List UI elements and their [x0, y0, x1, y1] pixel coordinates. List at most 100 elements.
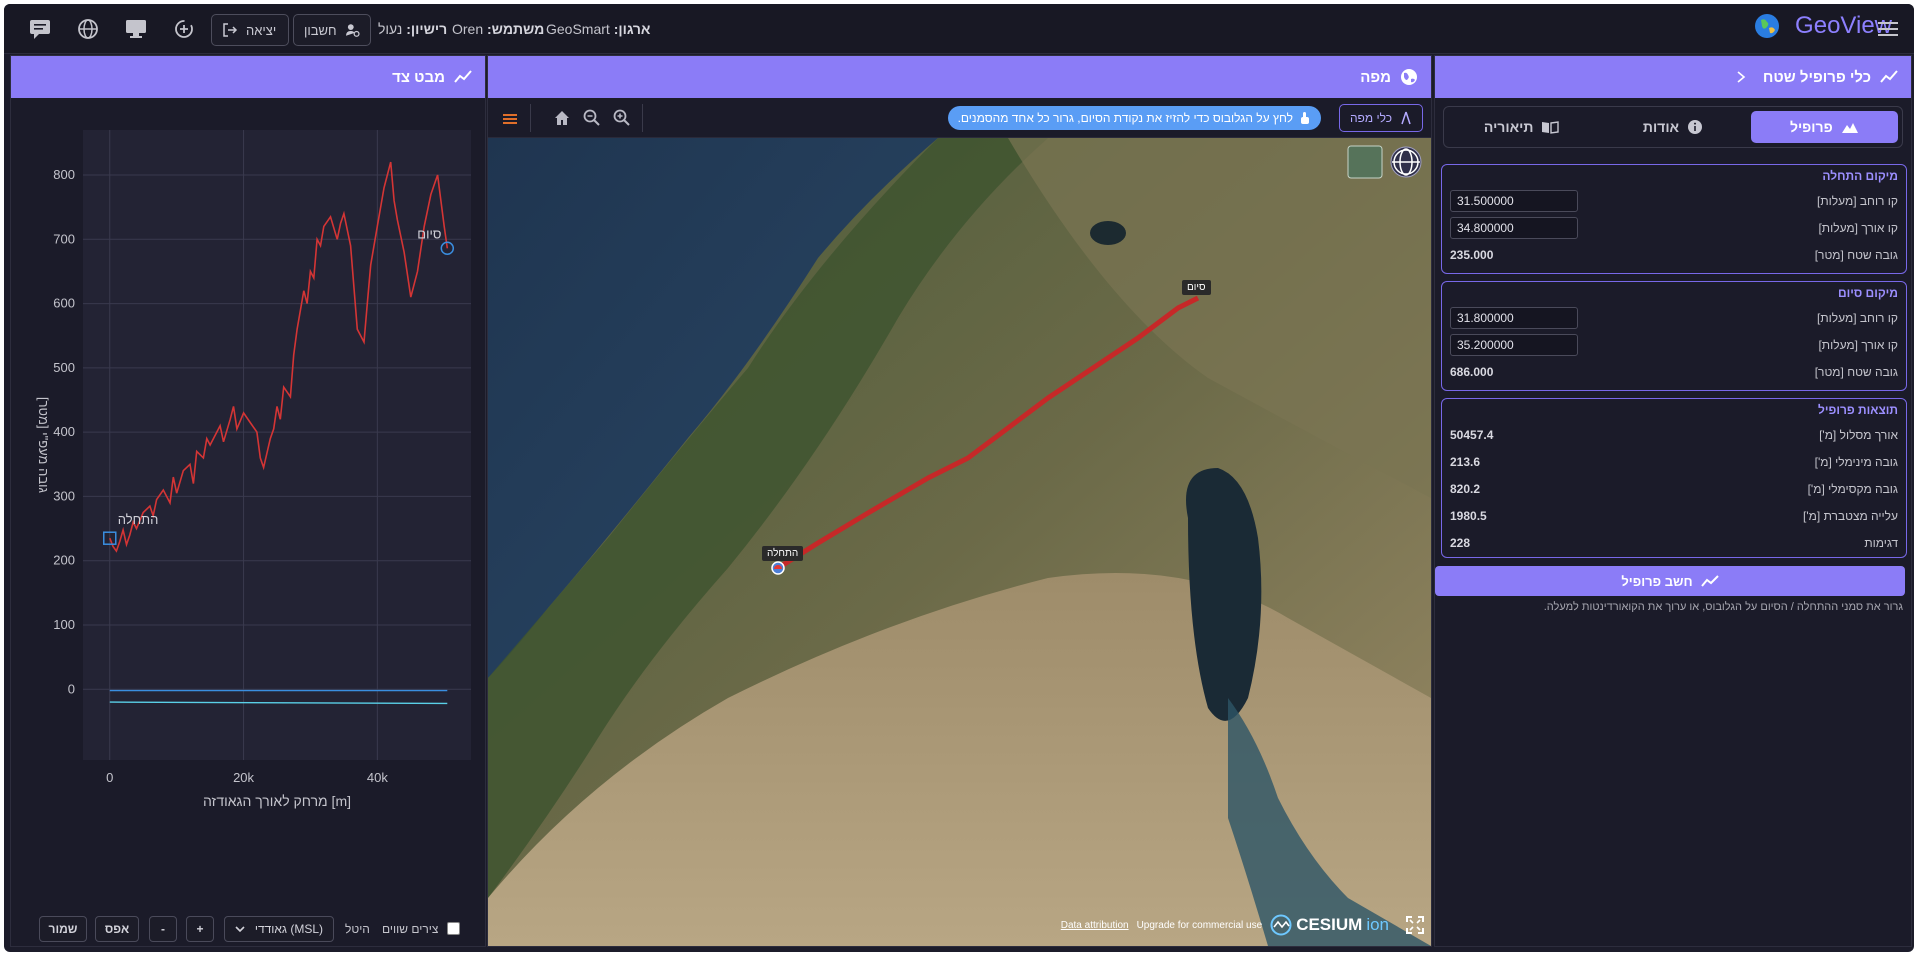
tab-profile[interactable]: פרופיל — [1750, 111, 1898, 143]
result-value: 820.2 — [1450, 481, 1481, 496]
toolbar-divider — [530, 104, 531, 132]
logout-label: יציאה — [246, 22, 277, 38]
chat-icon[interactable] — [28, 18, 52, 40]
x-axis-label: מרחק לאורך הגאודזה [m] — [203, 793, 351, 809]
layers-stack-icon[interactable] — [500, 108, 520, 128]
side-view-header: מבט צד — [11, 56, 485, 98]
end-lon-input[interactable] — [1450, 333, 1578, 356]
chart-line-icon — [454, 70, 472, 83]
globe-logo-icon — [1755, 14, 1780, 38]
compute-profile-button[interactable]: חשב פרופיל — [1435, 566, 1905, 596]
tool-panel-title: כלי פרופיל שטח — [1762, 68, 1871, 86]
projection-selected-value: גאודדי (MSL) — [254, 922, 323, 936]
map-tools-label: כלי מפה — [1349, 111, 1392, 125]
zoom-in-button[interactable]: + — [186, 916, 214, 942]
end-lat-row: קו רוחב [מעלות] — [1450, 304, 1898, 331]
elevation-chart-svg[interactable]: 0 100 200 300 400 500 600 700 800 0 20k 40k מרחק לאו… — [21, 120, 481, 810]
globe-icon — [1401, 69, 1417, 85]
map-hint-pill: לחץ על הגלובוס כדי להזיז את נקודת הסיום,… — [947, 106, 1321, 130]
result-label: דגימות — [1864, 535, 1898, 550]
elevation-profile-chart[interactable]: 0 100 200 300 400 500 600 700 800 0 20k 40k מרחק לאו… — [21, 120, 481, 810]
upgrade-text[interactable]: Upgrade for commercial use — [1137, 920, 1263, 931]
start-marker-label: התחלה — [762, 546, 804, 561]
license-value: נעול — [378, 21, 403, 37]
projection-select[interactable]: גאודדי (MSL) — [224, 916, 334, 942]
result-row: גובה מקסימלי [מ'] 820.2 — [1450, 475, 1898, 502]
start-lon-input[interactable] — [1450, 216, 1578, 239]
y-tick-label: 0 — [68, 681, 75, 696]
ion-wordmark: ion — [1366, 915, 1389, 934]
end-lat-input[interactable] — [1450, 306, 1578, 329]
end-lon-row: קו אורך [מעלות] — [1450, 331, 1898, 358]
result-row: עלייה מצטברת [מ'] 1980.5 — [1450, 502, 1898, 529]
zoom-out-icon[interactable] — [582, 108, 602, 128]
y-tick-label: 300 — [53, 488, 75, 503]
side-view-title: מבט צד — [392, 68, 445, 86]
logout-button[interactable]: יציאה — [211, 14, 289, 46]
chevron-right-icon[interactable] — [1735, 70, 1747, 84]
start-annotation: התחלה — [118, 512, 159, 527]
compute-profile-label: חשב פרופיל — [1621, 573, 1693, 589]
zoom-out-button[interactable]: - — [149, 916, 177, 942]
start-height-value: 235.000 — [1450, 247, 1494, 262]
user-value: Oren — [452, 21, 484, 37]
account-label: חשבון — [304, 22, 337, 38]
brand: GeoView — [1753, 12, 1892, 40]
y-tick-label: 800 — [53, 167, 75, 182]
start-lon-label: קו אורך [מעלות] — [1818, 220, 1898, 235]
fullscreen-icon[interactable] — [1405, 915, 1425, 935]
tab-profile-label: פרופיל — [1789, 119, 1833, 135]
globe-viewport[interactable]: התחלה סיום Data attribution Upgrade for … — [488, 138, 1431, 946]
save-button[interactable]: שמור — [39, 916, 87, 942]
map-panel-title: מפה — [1360, 68, 1391, 86]
y-tick-label: 400 — [53, 424, 75, 439]
result-row: גובה מינימלי [מ'] 213.6 — [1450, 448, 1898, 475]
start-lat-input[interactable] — [1450, 189, 1578, 212]
y-tick-label: 500 — [53, 360, 75, 375]
app-window: GeoView יציאה חשבון רישיון: נעול משתמש: … — [4, 4, 1914, 952]
plot-area — [83, 130, 471, 760]
result-value: 1980.5 — [1450, 508, 1487, 523]
equal-axes-checkbox[interactable] — [447, 922, 460, 935]
y-tick-label: 600 — [53, 296, 75, 311]
chart-line-icon — [1700, 575, 1719, 587]
license-label: רישיון: — [406, 21, 448, 37]
map-toolbar: כלי מפה לחץ על הגלובוס כדי להזיז את נקוד… — [488, 98, 1431, 138]
tab-theory[interactable]: תיאוריה — [1448, 111, 1595, 143]
book-icon — [1542, 121, 1560, 134]
monitor-icon[interactable] — [124, 18, 148, 40]
y-tick-label: 700 — [53, 231, 75, 246]
cesium-wordmark: CESIUM — [1296, 915, 1363, 934]
terrain-profile-tool-panel: כלי פרופיל שטח פרופיל אודות תיאוריה מיקו… — [1434, 55, 1912, 947]
user-label: משתמש: — [487, 21, 545, 37]
reset-button[interactable]: אפס — [95, 916, 139, 942]
start-location-card: מיקום התחלה קו רוחב [מעלות] קו אורך [מעל… — [1441, 164, 1907, 274]
hamburger-menu-icon[interactable] — [1876, 18, 1900, 40]
toolbar-divider — [642, 104, 643, 132]
compass-icon — [1401, 111, 1411, 125]
result-label: עלייה מצטברת [מ'] — [1803, 508, 1898, 523]
start-lat-row: קו רוחב [מעלות] — [1450, 187, 1898, 214]
home-icon[interactable] — [552, 108, 572, 128]
user-settings-icon — [345, 24, 360, 37]
cesium-ion-logo[interactable]: CESIUM ion — [1270, 914, 1389, 936]
refresh-add-icon[interactable] — [172, 18, 196, 40]
user-info: משתמש: Oren — [452, 21, 544, 37]
org-label: ארגון: — [613, 21, 651, 37]
zoom-in-icon[interactable] — [612, 108, 632, 128]
map-tools-button[interactable]: כלי מפה — [1338, 104, 1423, 132]
language-globe-icon[interactable] — [76, 18, 100, 40]
map-hint-text: לחץ על הגלובוס כדי להזיז את נקודת הסיום,… — [957, 111, 1293, 125]
satellite-terrain[interactable] — [488, 138, 1431, 946]
x-tick-label: 0 — [106, 770, 113, 785]
result-value: 50457.4 — [1450, 427, 1494, 442]
tab-about[interactable]: אודות — [1599, 111, 1746, 143]
y-axis-label: גובה מעפ"י [מטר] — [36, 397, 51, 493]
account-button[interactable]: חשבון — [293, 14, 371, 46]
tab-about-label: אודות — [1642, 119, 1680, 135]
data-attribution-link[interactable]: Data attribution — [1061, 920, 1129, 931]
result-value: 228 — [1450, 535, 1471, 550]
chart-line-icon — [1880, 70, 1898, 83]
map-credits: Data attribution Upgrade for commercial … — [1061, 914, 1425, 936]
y-tick-label: 100 — [53, 617, 75, 632]
